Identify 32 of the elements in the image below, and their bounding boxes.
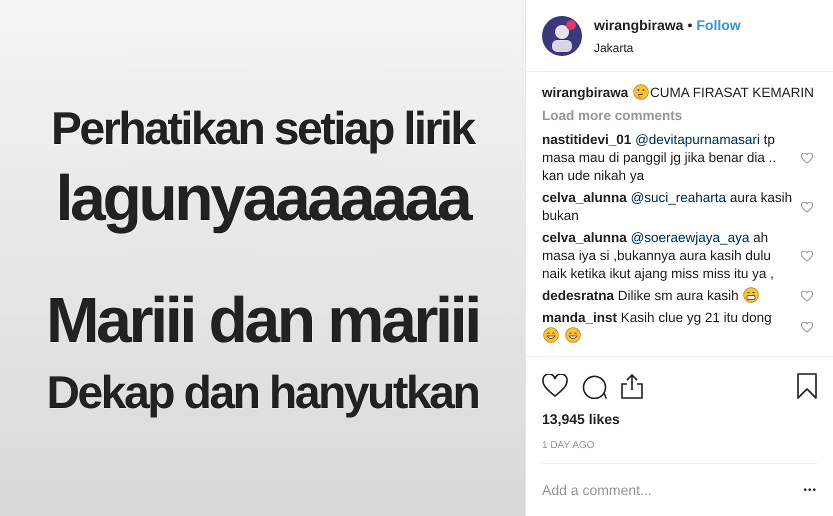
caption: wirangbirawa CUMA FIRASAT KEMARIN <box>542 84 815 102</box>
thinking-face-icon <box>633 84 650 100</box>
username[interactable]: wirangbirawa <box>594 14 684 36</box>
image-text: lagunyaaaaaaa <box>54 161 472 236</box>
bookmark-icon[interactable] <box>797 373 817 399</box>
username[interactable]: celva_alunna <box>542 230 627 245</box>
comment-field[interactable]: Add a comment... <box>542 480 804 500</box>
grinning-face-icon <box>743 287 760 303</box>
speech-bubble-icon[interactable] <box>582 374 607 398</box>
comment: dedesratna Dilike sm aura kasih <box>542 287 793 305</box>
separator: • <box>687 16 692 34</box>
mention-link[interactable]: @devitapurnamasari <box>635 132 760 147</box>
heart-icon[interactable] <box>542 374 568 398</box>
share-icon[interactable] <box>621 374 643 398</box>
image-text: Perhatikan setiap lirik <box>50 101 476 156</box>
username[interactable]: manda_inst <box>542 310 618 325</box>
location[interactable]: Jakarta <box>594 38 741 56</box>
more-options-button[interactable]: ••• <box>803 482 817 498</box>
username[interactable]: nastitidevi_01 <box>542 132 632 147</box>
image-text: Mariii dan mariii <box>45 283 480 358</box>
post-time: 1 DAY AGO <box>542 438 817 464</box>
likes-count[interactable]: 13,945 likes <box>542 409 817 430</box>
sweat-smile-face-icon <box>564 327 581 343</box>
image-text: Dekap dan hanyutkan <box>46 365 480 420</box>
mention-link[interactable]: @suci_reaharta <box>630 190 726 205</box>
username[interactable]: celva_alunna <box>542 190 627 205</box>
username[interactable]: dedesratna <box>542 288 614 303</box>
mention-link[interactable]: @soeraewjaya_aya <box>630 230 750 245</box>
sweat-smile-face-icon <box>543 327 559 343</box>
avatar[interactable] <box>542 16 582 56</box>
comment: manda_inst Kasih clue yg 21 itu dong <box>542 309 793 345</box>
username[interactable]: wirangbirawa <box>542 85 628 100</box>
